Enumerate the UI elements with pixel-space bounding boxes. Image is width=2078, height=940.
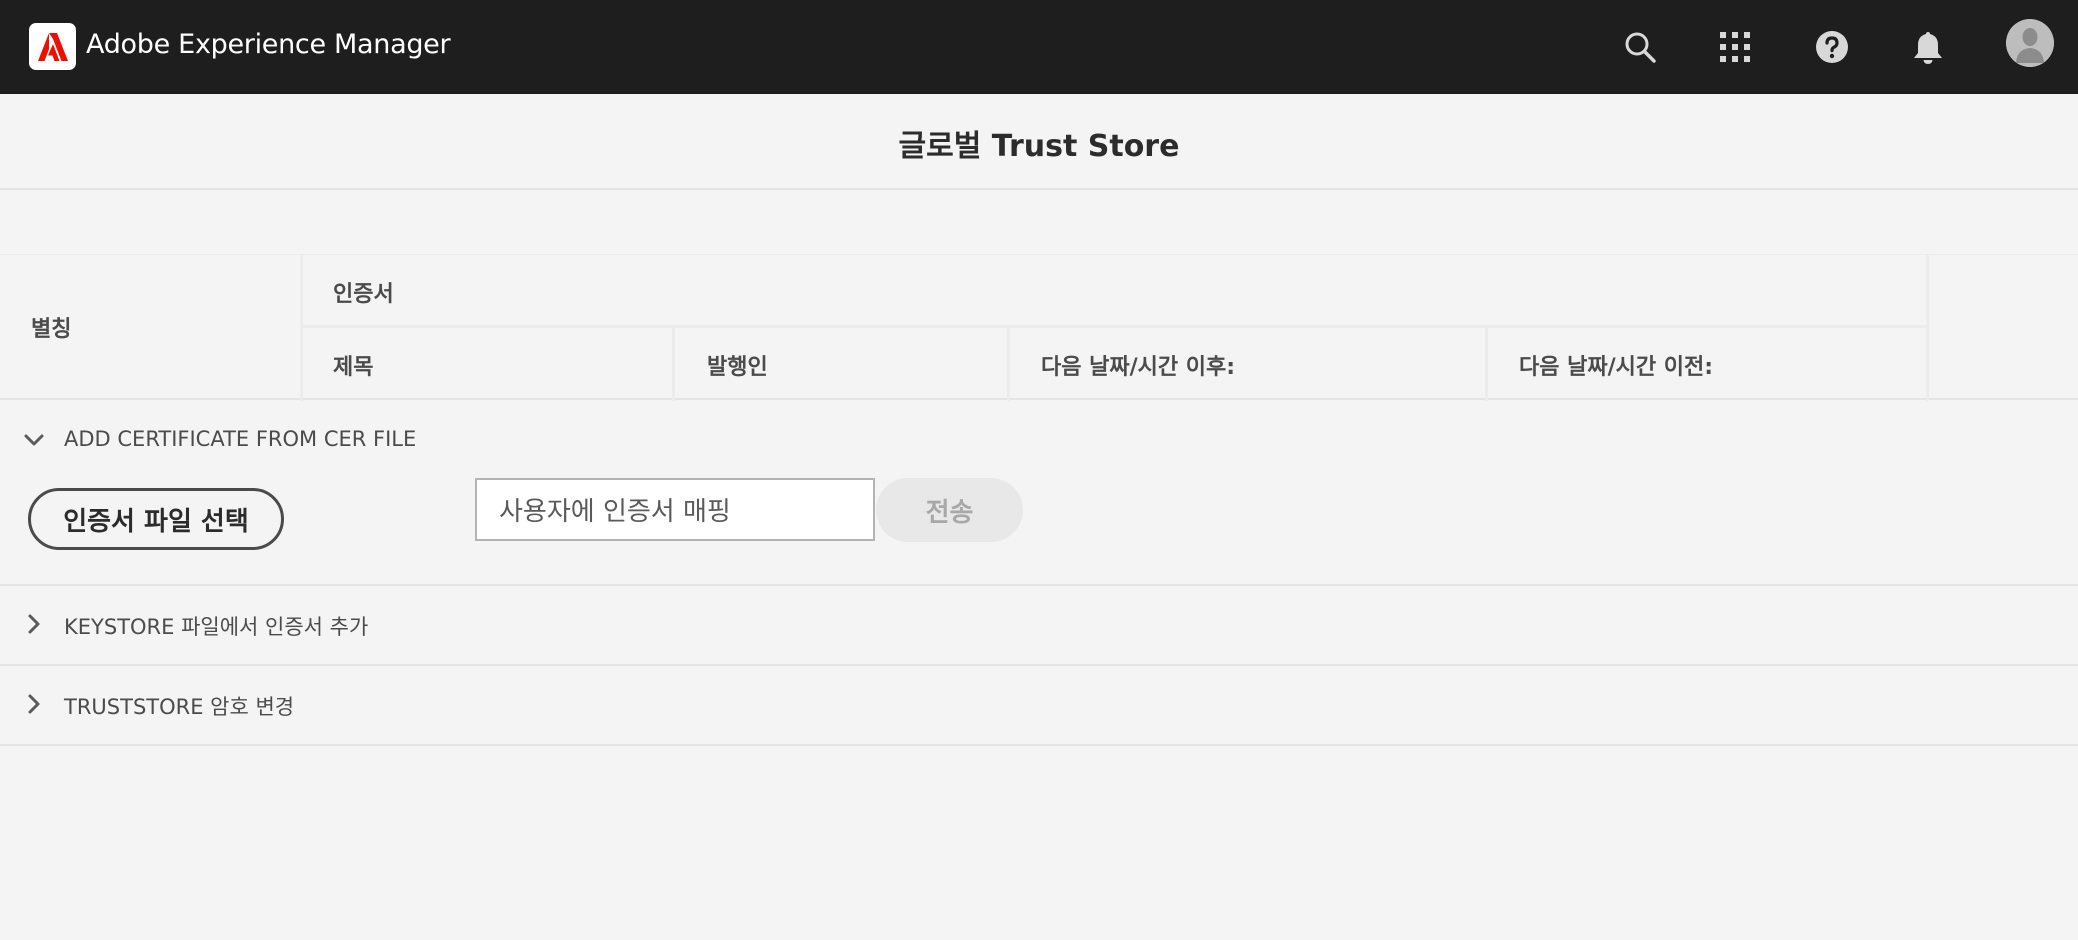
top-navigation-bar: Adobe Experience Manager <box>0 0 2078 94</box>
submit-button[interactable]: 전송 <box>876 478 1023 542</box>
select-certificate-file-button[interactable]: 인증서 파일 선택 <box>28 488 284 550</box>
header-divider <box>300 325 1927 328</box>
certificate-group-header: 인증서 <box>333 282 394 307</box>
column-divider <box>672 325 675 401</box>
certificate-table-header: 별칭 인증서 제목 발행인 다음 날짜/시간 이후: 다음 날짜/시간 이전: <box>0 254 2078 401</box>
alias-column-header[interactable]: 별칭 <box>31 311 71 343</box>
page-title: 글로벌 Trust Store <box>898 129 1180 164</box>
page-title-bar: 글로벌 Trust Store <box>0 94 2078 190</box>
title-column-header[interactable]: 제목 <box>333 349 373 381</box>
column-divider <box>1485 325 1488 401</box>
chevron-right-icon[interactable] <box>22 612 46 636</box>
section-divider <box>0 664 2078 666</box>
avatar[interactable] <box>2006 19 2054 67</box>
chevron-down-icon[interactable] <box>22 428 46 452</box>
column-divider <box>1926 255 1929 401</box>
adobe-logo-icon[interactable] <box>29 23 76 70</box>
help-icon[interactable] <box>1812 27 1852 67</box>
app-title[interactable]: Adobe Experience Manager <box>86 29 451 60</box>
section-divider <box>0 744 2078 746</box>
column-divider <box>1007 325 1010 401</box>
add-cer-section-title[interactable]: ADD CERTIFICATE FROM CER FILE <box>64 427 416 451</box>
change-password-section-title[interactable]: TRUSTSTORE 암호 변경 <box>64 691 294 721</box>
column-divider <box>300 255 303 401</box>
map-certificate-to-user-field[interactable]: 사용자에 인증서 매핑 <box>475 478 875 541</box>
search-icon[interactable] <box>1620 27 1660 67</box>
section-divider <box>0 584 2078 586</box>
chevron-right-icon[interactable] <box>22 692 46 716</box>
apps-grid-icon[interactable] <box>1715 27 1755 67</box>
not-after-column-header[interactable]: 다음 날짜/시간 이전: <box>1519 349 1713 381</box>
bell-icon[interactable] <box>1908 27 1948 67</box>
avatar-icon <box>2006 19 2054 67</box>
add-keystore-section-title[interactable]: KEYSTORE 파일에서 인증서 추가 <box>64 611 368 641</box>
not-before-column-header[interactable]: 다음 날짜/시간 이후: <box>1041 349 1235 381</box>
issuer-column-header[interactable]: 발행인 <box>707 349 768 381</box>
